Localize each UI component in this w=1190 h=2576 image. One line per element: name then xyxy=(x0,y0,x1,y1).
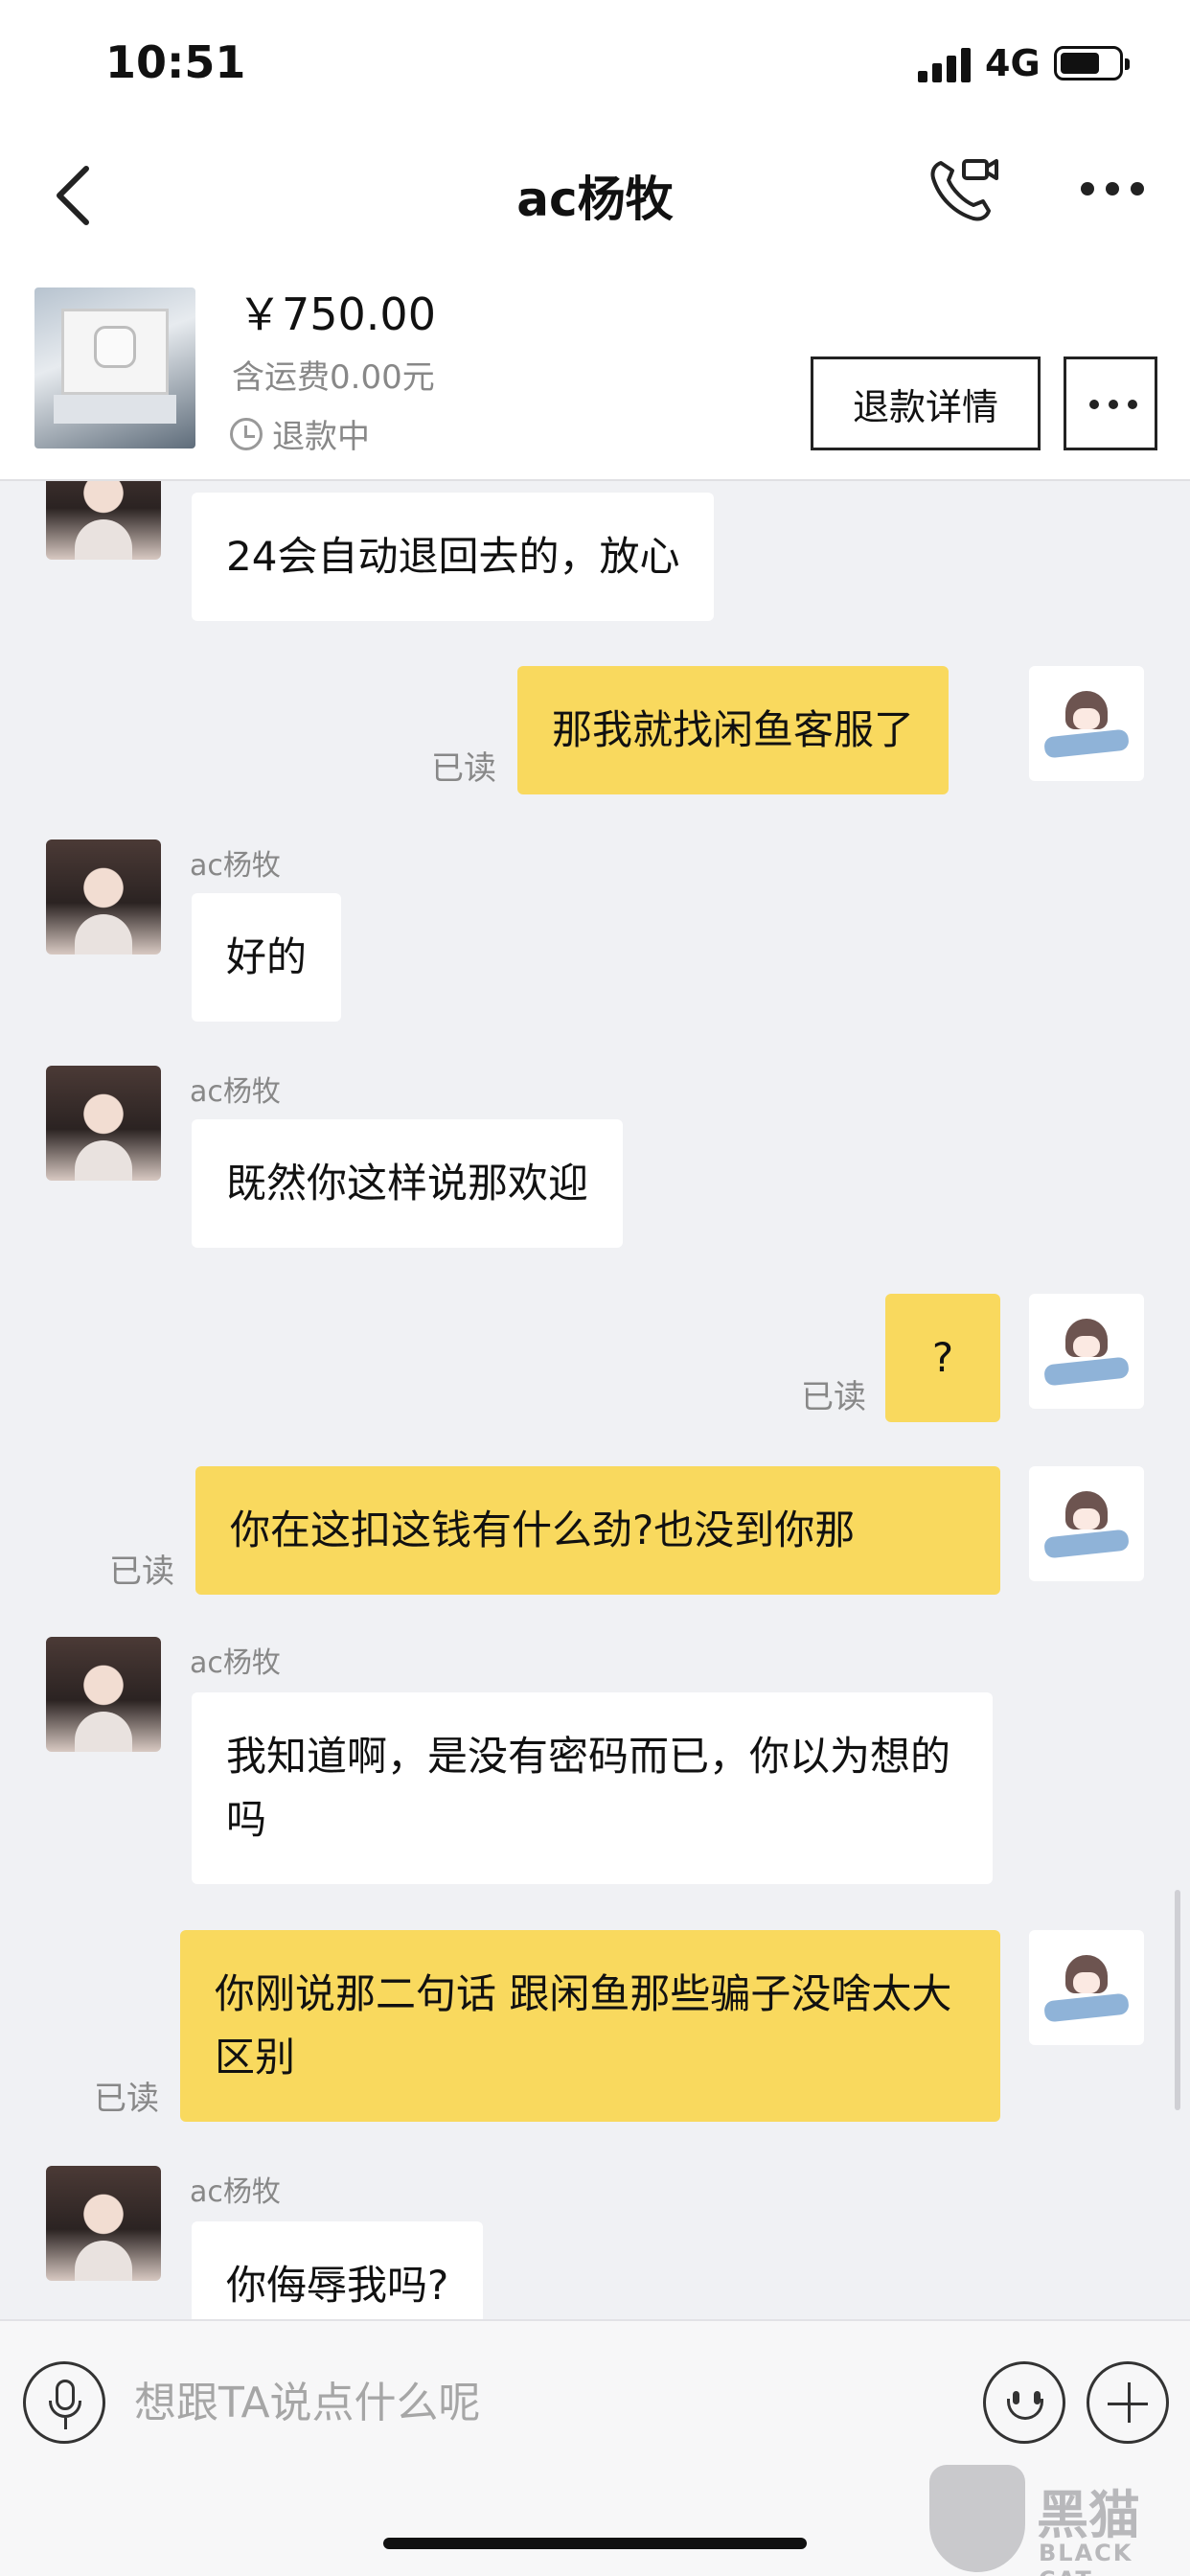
product-card[interactable]: ￥750.00 含运费0.00元 退款中 退款详情 xyxy=(0,259,1190,481)
refund-status-label: 退款中 xyxy=(272,418,370,456)
voice-button[interactable] xyxy=(23,2361,105,2444)
sender-name: ac杨牧 xyxy=(190,1646,281,1680)
home-indicator[interactable] xyxy=(383,2538,807,2549)
refund-status: 退款中 xyxy=(230,410,370,457)
input-bar: 黑猫 BLACK CAT xyxy=(0,2319,1190,2576)
battery-icon xyxy=(1054,46,1130,80)
watermark-subtext: BLACK CAT xyxy=(1039,2540,1133,2576)
read-receipt: 已读 xyxy=(109,1552,174,1591)
contact-avatar[interactable] xyxy=(46,1066,161,1181)
message-input[interactable] xyxy=(134,2359,958,2446)
phone-video-icon xyxy=(930,159,998,221)
refund-details-button[interactable]: 退款详情 xyxy=(811,356,1041,450)
product-image[interactable] xyxy=(34,288,195,448)
sender-name: ac杨牧 xyxy=(190,849,281,883)
cat-logo-icon xyxy=(929,2465,1025,2572)
contact-avatar[interactable] xyxy=(46,2166,161,2281)
shipping-fee: 含运费0.00元 xyxy=(232,358,435,397)
watermark-text: 黑猫 xyxy=(1037,2485,1140,2545)
message-bubble[interactable]: 那我就找闲鱼客服了 xyxy=(517,666,950,794)
read-receipt: 已读 xyxy=(94,2080,159,2118)
message-bubble[interactable]: 好的 xyxy=(192,893,342,1022)
my-avatar[interactable] xyxy=(1029,1294,1144,1409)
contact-avatar[interactable] xyxy=(46,481,161,560)
message-bubble[interactable]: 你在这扣这钱有什么劲?也没到你那 xyxy=(195,1466,1000,1595)
my-avatar[interactable] xyxy=(1029,1930,1144,2045)
chat-area[interactable]: 24会自动退回去的，放心 已读 那我就找闲鱼客服了 ac杨牧 好的 ac杨牧 既… xyxy=(0,481,1190,2319)
chat-title: ac杨牧 xyxy=(516,172,674,227)
my-avatar[interactable] xyxy=(1029,666,1144,781)
message-bubble[interactable]: 你侮辱我吗? xyxy=(192,2221,484,2319)
sender-name: ac杨牧 xyxy=(190,1075,281,1109)
read-receipt: 已读 xyxy=(431,749,496,788)
chat-scrollbar[interactable] xyxy=(1175,1890,1180,2110)
watermark-logo: 黑猫 BLACK CAT xyxy=(929,2465,1184,2576)
read-receipt: 已读 xyxy=(801,1378,866,1416)
product-more-button[interactable] xyxy=(1064,356,1157,450)
network-type: 4G xyxy=(985,42,1041,84)
status-bar: 10:51 4G xyxy=(0,0,1190,125)
more-options-icon[interactable] xyxy=(1081,182,1148,199)
message-bubble[interactable]: 24会自动退回去的，放心 xyxy=(192,493,715,621)
contact-avatar[interactable] xyxy=(46,1637,161,1752)
add-attachment-button[interactable] xyxy=(1087,2361,1169,2444)
contact-avatar[interactable] xyxy=(46,840,161,954)
message-bubble[interactable]: 既然你这样说那欢迎 xyxy=(192,1119,624,1248)
message-bubble[interactable]: ? xyxy=(885,1294,1000,1422)
message-bubble[interactable]: 你刚说那二句话 跟闲鱼那些骗子没啥太大区别 xyxy=(180,1930,1000,2122)
signal-icon xyxy=(918,48,972,82)
sender-name: ac杨牧 xyxy=(190,2175,281,2209)
status-time: 10:51 xyxy=(105,36,246,88)
emoji-button[interactable] xyxy=(983,2361,1065,2444)
clock-icon xyxy=(230,417,263,450)
product-price: ￥750.00 xyxy=(238,288,436,340)
message-bubble[interactable]: 我知道啊，是没有密码而已，你以为想的吗 xyxy=(192,1692,993,1884)
nav-bar: ac杨牧 xyxy=(0,125,1190,259)
call-button[interactable] xyxy=(927,153,998,224)
my-avatar[interactable] xyxy=(1029,1466,1144,1581)
